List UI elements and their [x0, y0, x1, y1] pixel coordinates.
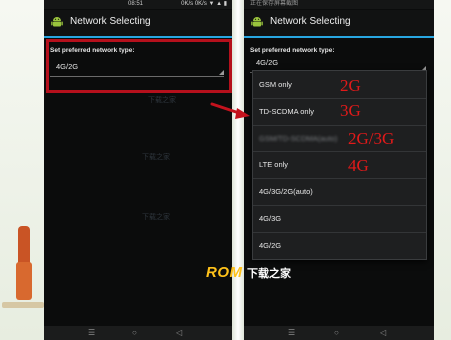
preferred-network-label: Set preferred network type: [50, 47, 135, 54]
pointer-arrow-icon [210, 102, 250, 119]
option-gsm-td-scdma-auto[interactable]: GSM/TD-SCDMA(auto) [253, 125, 426, 153]
back-icon[interactable]: ◁ [380, 328, 386, 338]
menu-icon[interactable]: ☰ [88, 328, 95, 338]
status-bar: 正在保存屏幕截图 [244, 0, 434, 9]
option-label: TD-SCDMA only [259, 106, 315, 116]
watermark-text: 下载之家 [142, 154, 170, 161]
option-4g-3g[interactable]: 4G/3G [253, 205, 426, 233]
option-label-blurred: GSM/TD-SCDMA(auto) [259, 133, 338, 143]
screen-divider [232, 0, 244, 340]
phone-screen-before: 08:51 0K/s 0K/s ▼ ▲ ▮ Network Selecting … [44, 0, 232, 340]
status-bar: 08:51 0K/s 0K/s ▼ ▲ ▮ [44, 0, 232, 9]
watermark-text: 下载之家 [148, 97, 176, 104]
dropdown-value: 4G/2G [256, 58, 279, 67]
dropdown-value: 4G/2G [56, 62, 79, 71]
home-icon[interactable]: ○ [334, 328, 339, 338]
option-label: 4G/3G/2G(auto) [259, 187, 313, 197]
title-divider [244, 36, 434, 38]
title-divider [44, 36, 232, 38]
android-icon [50, 15, 64, 29]
action-bar: Network Selecting [44, 10, 232, 36]
option-lte-only[interactable]: LTE only [253, 151, 426, 180]
rom-logo-chinese: 下载之家 [246, 268, 291, 280]
option-label: GSM only [259, 80, 292, 89]
option-4g-2g[interactable]: 4G/2G [253, 232, 426, 259]
navigation-bar: ☰ ○ ◁ [244, 326, 434, 340]
dropdown-caret-icon [219, 70, 224, 75]
illustration-ground [2, 302, 44, 308]
menu-icon[interactable]: ☰ [288, 328, 295, 338]
annotation-tag-4g: 4G [348, 156, 369, 175]
network-type-dropdown[interactable]: 4G/2G [50, 60, 224, 77]
android-icon [250, 15, 264, 29]
rom-logo-latin: ROM [206, 264, 243, 281]
annotation-tag-2g: 2G [340, 76, 361, 95]
back-icon[interactable]: ◁ [176, 328, 182, 338]
option-label: 4G/3G [259, 214, 282, 223]
status-notification-text: 正在保存屏幕截图 [250, 1, 299, 7]
annotation-tag-3g: 3G [340, 101, 361, 120]
option-label: LTE only [259, 160, 289, 170]
illustration-hat [18, 226, 30, 264]
action-bar: Network Selecting [244, 10, 434, 36]
phone-screen-after: 正在保存屏幕截图 Network Selecting Set preferred… [244, 0, 434, 340]
option-label: 4G/2G [259, 240, 282, 250]
home-icon[interactable]: ○ [132, 328, 137, 338]
illustration-figure [16, 262, 32, 300]
app-title: Network Selecting [270, 16, 351, 27]
watermark-text: 下载之家 [142, 214, 170, 221]
status-icons: 0K/s 0K/s ▼ ▲ ▮ [181, 1, 227, 7]
option-4g-3g-2g-auto[interactable]: 4G/3G/2G(auto) [253, 178, 426, 206]
navigation-bar: ☰ ○ ◁ [44, 326, 232, 340]
decorative-left-panel [0, 0, 44, 340]
preferred-network-label: Set preferred network type: [250, 47, 335, 54]
rom-logo: ROM 下载之家 [206, 264, 291, 282]
annotation-tag-2g-3g: 2G/3G [348, 129, 395, 148]
network-type-menu: GSM only TD-SCDMA only GSM/TD-SCDMA(auto… [252, 70, 427, 260]
app-title: Network Selecting [70, 16, 151, 27]
decorative-right-panel [433, 0, 451, 340]
status-time: 08:51 [128, 1, 144, 7]
